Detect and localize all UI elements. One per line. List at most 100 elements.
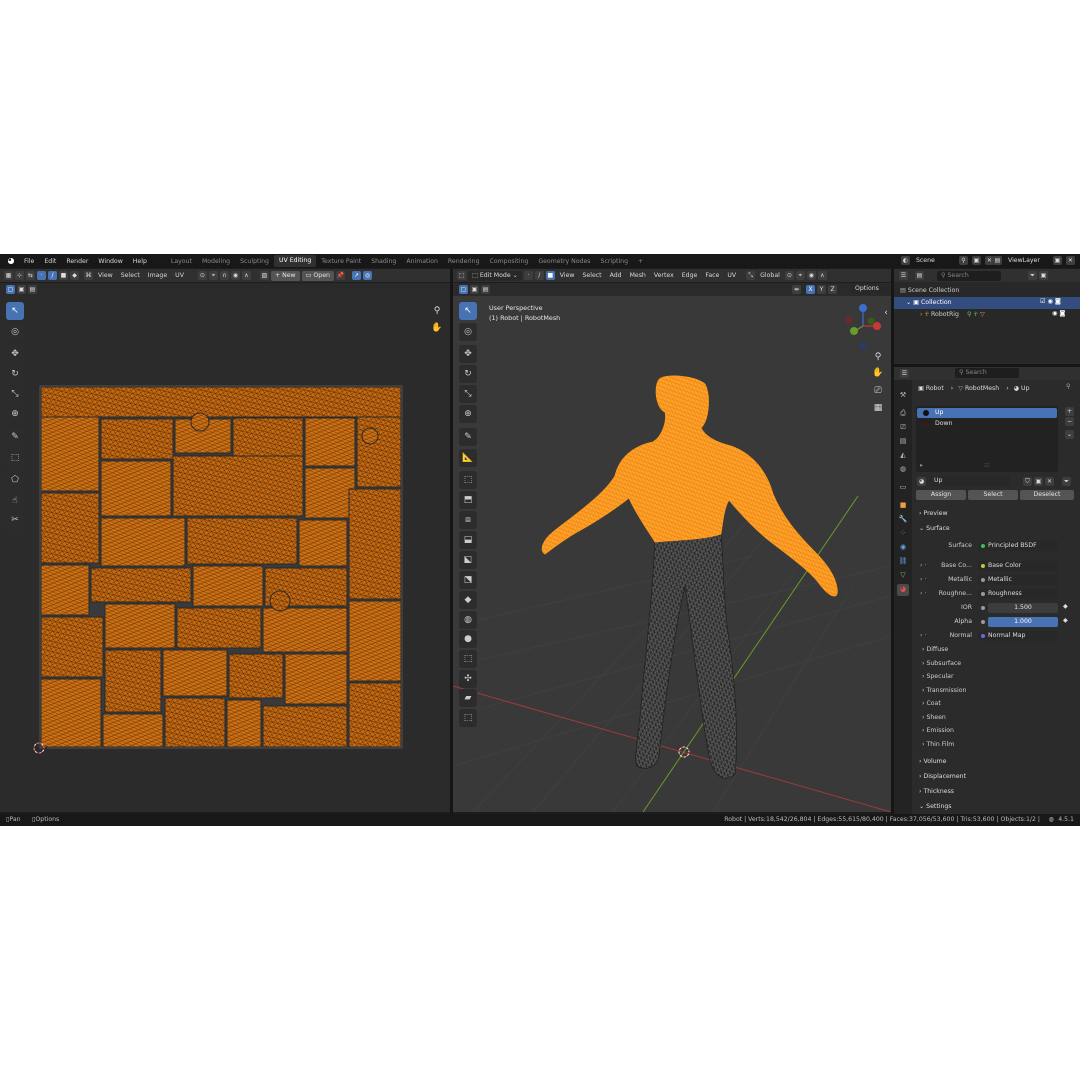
snap-toggle-icon[interactable]: ⌖ <box>795 271 805 280</box>
assign-button[interactable]: Assign <box>916 490 966 500</box>
pivot-icon[interactable]: ⊹ <box>15 271 24 280</box>
alpha-keyframe-icon[interactable]: ◆ <box>1063 617 1068 624</box>
base-color-label[interactable]: › · Base Co... <box>920 561 972 571</box>
move-tool[interactable]: ✥ <box>6 345 24 363</box>
sidebar-toggle-icon[interactable]: ‹ <box>881 306 891 320</box>
scene-tab-icon[interactable]: ◭ <box>898 450 908 460</box>
island-select-icon[interactable]: ◆ <box>70 271 79 280</box>
menu-render[interactable]: Render <box>61 258 93 265</box>
list-resize-grip[interactable]: ⁝⁝⁝ <box>984 462 990 469</box>
new-scene-icon[interactable]: ▣ <box>971 255 981 265</box>
data-tab-icon[interactable]: ▽ <box>898 570 908 580</box>
select-subtract-icon[interactable]: ▤ <box>28 285 37 294</box>
shrink-fatten-tool[interactable]: ✣ <box>459 670 477 688</box>
tab-geometry-nodes[interactable]: Geometry Nodes <box>533 258 595 265</box>
falloff-icon[interactable]: ∧ <box>241 271 251 280</box>
menu-edit[interactable]: Edit <box>39 258 61 265</box>
output-tab-icon[interactable]: ⎚ <box>898 422 908 432</box>
cursor-tool[interactable]: ◎ <box>6 323 24 341</box>
fake-user-icon[interactable]: ⛉ <box>1023 477 1032 486</box>
vp-cursor-tool[interactable]: ◎ <box>459 323 477 341</box>
menu-help[interactable]: Help <box>128 258 152 265</box>
material-tab-icon[interactable]: ◕ <box>897 584 909 596</box>
pin-icon[interactable]: ⚲ <box>1066 383 1071 390</box>
robotrig-visibility-icons[interactable]: ◉ ◙ <box>1052 310 1065 317</box>
tab-scripting[interactable]: Scripting <box>596 258 634 265</box>
editor-type-icon[interactable]: ▦ <box>4 271 13 280</box>
add-cube-tool[interactable]: ⬚ <box>459 471 477 489</box>
proportional-icon[interactable]: ◉ <box>806 271 816 280</box>
ior-field[interactable]: 1.500 <box>988 603 1058 613</box>
vp-menu-mesh[interactable]: Mesh <box>626 272 650 279</box>
vp-menu-view[interactable]: View <box>556 272 579 279</box>
snap-icon[interactable]: ⌖ <box>208 271 218 280</box>
new-image-button[interactable]: + New <box>270 270 300 281</box>
collection-row[interactable]: ⌄ ▣ Collection <box>906 297 952 309</box>
base-color-field[interactable]: Base Color <box>978 561 1058 571</box>
proportional-edit-icon[interactable]: ◉ <box>230 271 240 280</box>
material-slot-up[interactable]: Up <box>917 408 1057 418</box>
scene-selector[interactable]: ◐ Scene ⚲ ▣ ✕ <box>900 255 995 267</box>
pan-hand-icon[interactable]: ✋ <box>430 321 444 335</box>
displacement-panel-header[interactable]: › Displacement <box>914 770 1076 783</box>
vp-menu-vertex[interactable]: Vertex <box>650 272 678 279</box>
surface-shader-field[interactable]: Principled BSDF <box>978 541 1058 551</box>
render-tab-icon[interactable]: ⎙ <box>898 408 908 418</box>
subpanel-specular[interactable]: › Specular <box>922 671 954 683</box>
pin-context-icon[interactable]: ▣ <box>918 385 926 392</box>
edge-slide-tool[interactable]: ⬚ <box>459 650 477 668</box>
particles-tab-icon[interactable]: ⁘ <box>898 528 908 538</box>
ortho-grid-icon[interactable]: ▦ <box>871 401 885 415</box>
transform-orientation-icon[interactable]: ⤡ <box>746 271 756 280</box>
rip-region-tool[interactable]: ⬚ <box>459 709 477 727</box>
grab-tool[interactable]: ⬚ <box>6 449 24 467</box>
vp-measure-tool[interactable]: 📐 <box>459 449 477 467</box>
tab-rendering[interactable]: Rendering <box>443 258 485 265</box>
world-tab-icon[interactable]: ◍ <box>898 464 908 474</box>
tab-compositing[interactable]: Compositing <box>485 258 534 265</box>
properties-editor-icon[interactable]: ☰ <box>900 369 909 378</box>
thickness-panel-header[interactable]: › Thickness <box>914 785 1076 798</box>
open-image-button[interactable]: ▭ Open <box>301 270 334 281</box>
tab-animation[interactable]: Animation <box>401 258 443 265</box>
deselect-button[interactable]: Deselect <box>1020 490 1074 500</box>
editor-type-3d-icon[interactable]: ⬚ <box>457 271 466 280</box>
camera-view-icon[interactable]: ⎚ <box>871 384 885 398</box>
subpanel-coat[interactable]: › Coat <box>922 698 941 710</box>
face-mode-icon[interactable]: ■ <box>545 271 555 280</box>
vp-select-box-tool[interactable]: ↖ <box>459 302 477 320</box>
tab-shading[interactable]: Shading <box>366 258 401 265</box>
shear-tool[interactable]: ▰ <box>459 689 477 707</box>
new-collection-icon[interactable]: ▣ <box>1039 271 1048 280</box>
snap-magnet-icon[interactable]: ∩ <box>219 271 229 280</box>
select-new-icon[interactable]: ▢ <box>6 285 15 294</box>
robot-mesh[interactable] <box>541 375 838 779</box>
annotate-tool[interactable]: ✎ <box>6 428 24 446</box>
pin-icon[interactable]: ⚲ <box>958 255 968 265</box>
bevel-tool[interactable]: ⬓ <box>459 531 477 549</box>
3d-viewport[interactable]: User Perspective (1) Robot | RobotMesh ↖… <box>453 296 891 812</box>
scene-collection-row[interactable]: ▤ Scene Collection <box>900 285 959 297</box>
uv-editor-canvas[interactable]: ↖ ◎ ✥ ↻ ⤡ ⊕ ✎ ⬚ ⬠ ☝ ✂ ⚲ ✋ <box>0 296 450 812</box>
extrude-tool[interactable]: ⬒ <box>459 491 477 509</box>
outliner-search[interactable]: ⚲ Search <box>937 270 1001 281</box>
mirror-y-toggle[interactable]: Y <box>817 285 826 294</box>
preview-panel-header[interactable]: › Preview <box>914 507 1076 520</box>
alpha-socket-icon[interactable] <box>981 620 985 624</box>
roughness-label[interactable]: › · Roughne... <box>920 589 972 599</box>
roughness-field[interactable]: Roughness <box>978 589 1058 599</box>
vp-annotate-tool[interactable]: ✎ <box>459 428 477 446</box>
unlink-material-icon[interactable]: ✕ <box>1045 477 1054 486</box>
pin-image-icon[interactable]: 📌 <box>335 271 345 280</box>
collection-visibility-icons[interactable]: ☑ ◉ ◙ <box>1040 298 1061 305</box>
vp-select-extend-icon[interactable]: ▣ <box>470 285 479 294</box>
rotate-tool[interactable]: ↻ <box>6 365 24 383</box>
select-button[interactable]: Select <box>968 490 1018 500</box>
duplicate-material-icon[interactable]: ▣ <box>1034 477 1043 486</box>
vp-select-new-icon[interactable]: ▢ <box>459 285 468 294</box>
modifier-tab-icon[interactable]: 🔧 <box>898 514 908 524</box>
object-tab-icon[interactable]: ■ <box>898 500 908 510</box>
vp-pan-hand-icon[interactable]: ✋ <box>871 366 885 380</box>
vp-move-tool[interactable]: ✥ <box>459 345 477 363</box>
subpanel-transmission[interactable]: › Transmission <box>922 685 966 697</box>
